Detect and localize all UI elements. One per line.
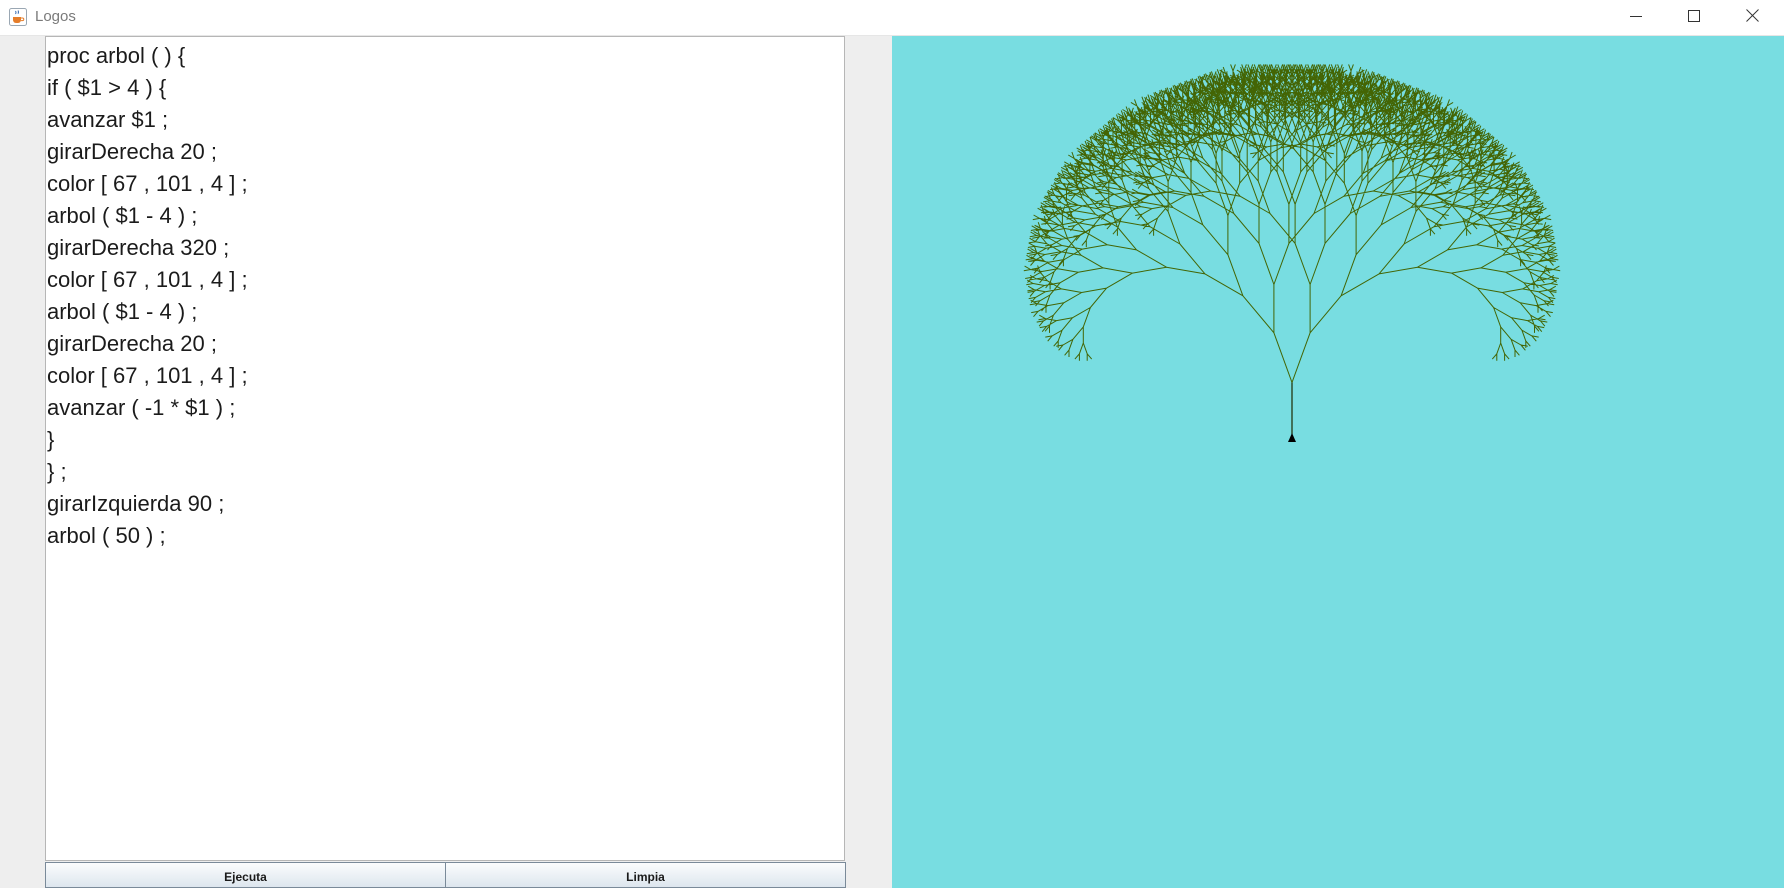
turtle-drawing: [1023, 64, 1561, 442]
run-button[interactable]: Ejecuta: [45, 862, 446, 888]
maximize-button[interactable]: [1665, 0, 1723, 35]
code-line[interactable]: avanzar $1 ;: [47, 104, 844, 136]
minimize-icon: [1630, 9, 1642, 27]
code-line[interactable]: } ;: [47, 456, 844, 488]
close-icon: [1745, 8, 1759, 27]
code-line[interactable]: girarIzquierda 90 ;: [47, 488, 844, 520]
code-line[interactable]: }: [47, 424, 844, 456]
code-line[interactable]: avanzar ( -1 * $1 ) ;: [47, 392, 844, 424]
code-line[interactable]: arbol ( 50 ) ;: [47, 520, 844, 552]
turtle-cursor-icon: [1288, 433, 1296, 442]
code-line[interactable]: color [ 67 , 101 , 4 ] ;: [47, 264, 844, 296]
code-line[interactable]: proc arbol ( ) {: [47, 40, 844, 72]
code-line[interactable]: girarDerecha 320 ;: [47, 232, 844, 264]
code-editor[interactable]: proc arbol ( ) {if ( $1 > 4 ) {avanzar $…: [45, 36, 845, 861]
clear-button[interactable]: Limpia: [446, 862, 846, 888]
code-line[interactable]: color [ 67 , 101 , 4 ] ;: [47, 168, 844, 200]
minimize-button[interactable]: [1607, 0, 1665, 35]
action-button-bar: Ejecuta Limpia: [45, 862, 846, 888]
maximize-icon: [1688, 9, 1700, 27]
tree-branches: [1023, 64, 1561, 383]
code-line[interactable]: arbol ( $1 - 4 ) ;: [47, 200, 844, 232]
close-button[interactable]: [1723, 0, 1781, 35]
title-bar[interactable]: Logos: [0, 0, 1784, 36]
app-window: Logos proc arbol ( ) {if ( $1 > 4 ) {ava…: [0, 0, 1784, 888]
code-line[interactable]: color [ 67 , 101 , 4 ] ;: [47, 360, 844, 392]
code-line[interactable]: girarDerecha 20 ;: [47, 328, 844, 360]
java-coffee-cup-icon: [9, 8, 27, 26]
code-line[interactable]: girarDerecha 20 ;: [47, 136, 844, 168]
turtle-canvas[interactable]: [892, 36, 1784, 888]
code-line[interactable]: arbol ( $1 - 4 ) ;: [47, 296, 844, 328]
code-line[interactable]: if ( $1 > 4 ) {: [47, 72, 844, 104]
window-title: Logos: [35, 8, 76, 25]
